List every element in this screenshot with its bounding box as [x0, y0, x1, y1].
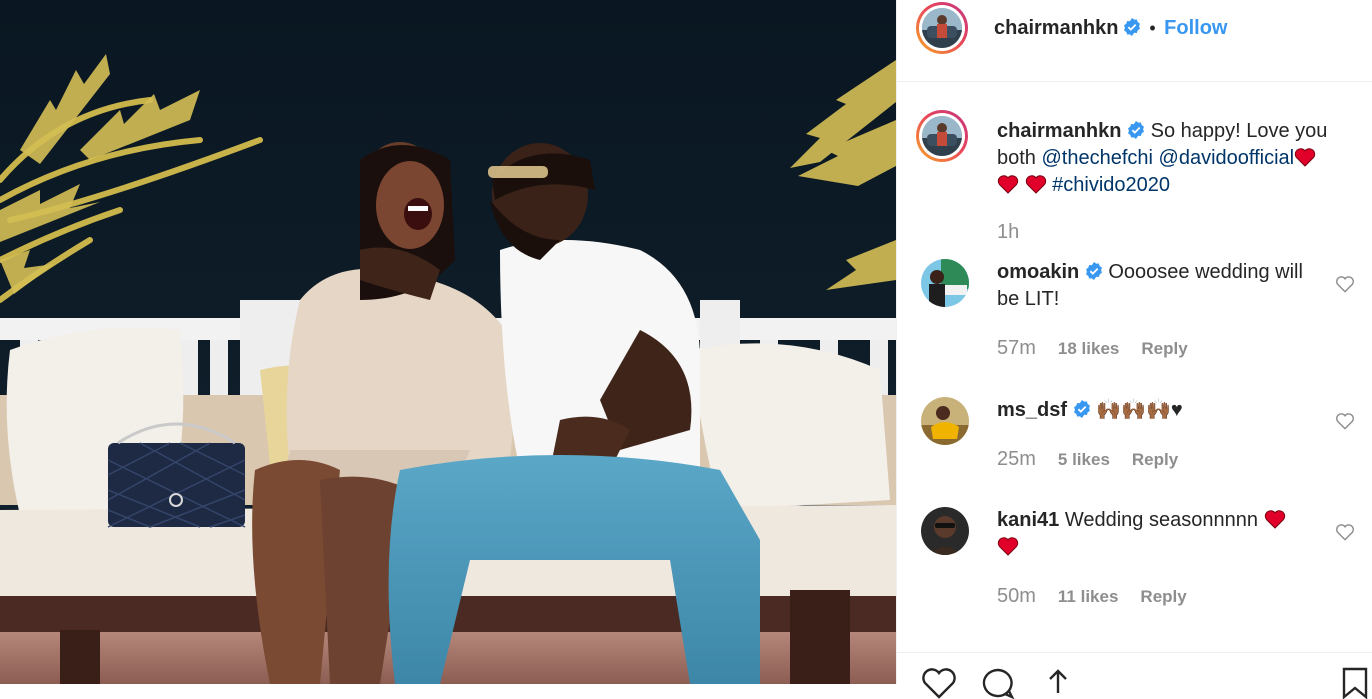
comment-likes[interactable]: 5 likes	[1058, 450, 1110, 469]
post-caption: chairmanhkn So happy! Love you both @the…	[997, 118, 1337, 199]
mention-davidoofficial[interactable]: @davidoofficial	[1159, 147, 1295, 169]
follow-button[interactable]: Follow	[1164, 17, 1227, 39]
post-action-bar	[897, 652, 1372, 699]
like-heart-icon[interactable]	[1335, 412, 1355, 430]
verified-badge-icon	[1124, 18, 1140, 36]
comment-likes[interactable]: 18 likes	[1058, 339, 1119, 358]
author-username[interactable]: chairmanhkn	[994, 17, 1118, 39]
post-header: chairmanhkn • Follow	[897, 0, 1372, 82]
heart-emoji-icon	[997, 537, 1019, 556]
commenter-avatar[interactable]	[921, 259, 969, 307]
comment-time[interactable]: 50m	[997, 585, 1036, 607]
mention-thechefchi[interactable]: @thechefchi	[1041, 147, 1152, 169]
commenter-avatar-image	[921, 507, 969, 555]
caption-avatar-image	[922, 116, 962, 156]
heart-emoji-icon	[1294, 148, 1316, 167]
caption-avatar[interactable]	[916, 110, 968, 162]
comment-likes[interactable]: 11 likes	[1058, 587, 1119, 606]
share-icon[interactable]	[1043, 667, 1073, 699]
commenter-avatar-image	[921, 259, 969, 307]
comment-text: Wedding seasonnnnn	[1064, 509, 1258, 531]
like-icon[interactable]	[921, 667, 957, 699]
comment-text: 🙌🏾🙌🏾🙌🏾♥	[1096, 399, 1183, 421]
author-avatar-image	[922, 8, 962, 48]
comment-body: ms_dsf 🙌🏾🙌🏾🙌🏾♥	[997, 397, 1317, 424]
commenter-avatar[interactable]	[921, 397, 969, 445]
heart-emoji-icon	[1025, 175, 1046, 194]
caption-username[interactable]: chairmanhkn	[997, 120, 1121, 142]
verified-badge-icon	[1128, 121, 1144, 139]
like-heart-icon[interactable]	[1335, 523, 1355, 541]
comment-meta: 25m 5 likes Reply	[997, 448, 1178, 471]
post-image-art	[0, 0, 896, 684]
comment-username[interactable]: omoakin	[997, 261, 1079, 283]
comment-username[interactable]: kani41	[997, 509, 1059, 531]
verified-badge-icon	[1085, 262, 1102, 280]
verified-badge-icon	[1073, 400, 1090, 418]
like-heart-icon[interactable]	[1335, 275, 1355, 293]
commenter-avatar[interactable]	[921, 507, 969, 555]
comment-meta: 50m 11 likes Reply	[997, 585, 1187, 608]
comment-time[interactable]: 57m	[997, 337, 1036, 359]
save-icon[interactable]	[1341, 667, 1369, 699]
heart-emoji-icon	[997, 175, 1019, 194]
commenter-avatar-image	[921, 397, 969, 445]
header-line: chairmanhkn • Follow	[994, 17, 1227, 40]
comment-icon[interactable]	[981, 667, 1015, 699]
reply-button[interactable]: Reply	[1140, 587, 1186, 606]
caption-timestamp[interactable]: 1h	[997, 221, 1019, 244]
heart-emoji-icon	[1264, 510, 1285, 529]
comment-username[interactable]: ms_dsf	[997, 399, 1067, 421]
comment-body: kani41 Wedding seasonnnnn	[997, 507, 1317, 561]
reply-button[interactable]: Reply	[1141, 339, 1187, 358]
comment-meta: 57m 18 likes Reply	[997, 337, 1188, 360]
separator-dot: •	[1149, 18, 1156, 38]
hashtag-chivido2020[interactable]: #chivido2020	[1052, 174, 1170, 196]
post-photo[interactable]	[0, 0, 896, 684]
comment-time[interactable]: 25m	[997, 448, 1036, 470]
author-avatar[interactable]	[916, 2, 968, 54]
reply-button[interactable]: Reply	[1132, 450, 1178, 469]
post-sidebar: chairmanhkn • Follow chairmanhkn So happ…	[896, 0, 1372, 699]
comment-body: omoakin Oooosee wedding will be LIT!	[997, 259, 1317, 313]
